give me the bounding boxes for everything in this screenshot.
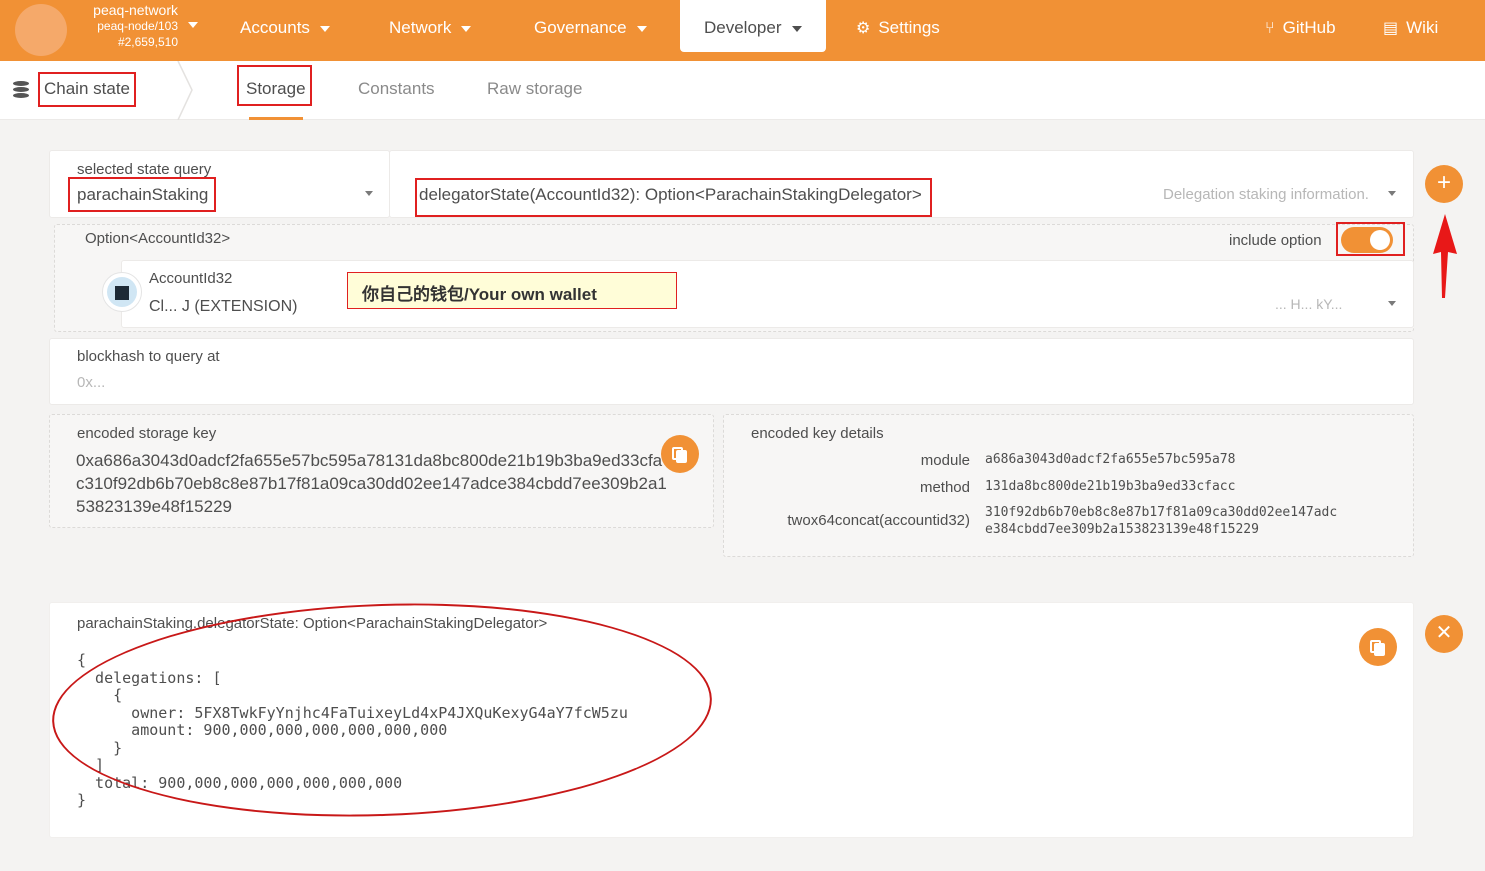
- annotation-note: 你自己的钱包/Your own wallet: [347, 272, 677, 309]
- chevron-down-icon: [1388, 191, 1396, 196]
- copy-result-button[interactable]: [1359, 628, 1397, 666]
- tab-raw-storage[interactable]: Raw storage: [487, 79, 582, 99]
- network-node: peaq-node/103: [97, 19, 178, 33]
- top-navbar: peaq-network peaq-node/103 #2,659,510 Ac…: [0, 0, 1485, 61]
- annotation-box: [68, 177, 216, 212]
- encoded-storage-key-box: encoded storage key 0xa686a3043d0adcf2fa…: [49, 414, 714, 528]
- nav-developer-label: Developer: [704, 18, 782, 37]
- encoded-storage-key-value: 0xa686a3043d0adcf2fa655e57bc595a78131da8…: [76, 449, 667, 518]
- blockhash-placeholder: 0x...: [77, 374, 106, 391]
- chevron-down-icon: [1388, 301, 1396, 306]
- encoded-key-details-label: encoded key details: [751, 425, 884, 442]
- module-select-label: selected state query: [77, 161, 212, 178]
- key-detail-value: 310f92db6b70eb8c8e87b17f81a09ca30dd02ee1…: [985, 505, 1338, 537]
- account-name: Cl... J (EXTENSION): [149, 298, 298, 315]
- nav-settings-label: Settings: [878, 18, 940, 37]
- sub-navbar: Chain state Storage Constants Raw storag…: [0, 61, 1485, 120]
- network-block: #2,659,510: [117, 35, 178, 49]
- nav-network-label: Network: [389, 18, 452, 37]
- nav-wiki-label: Wiki: [1406, 18, 1439, 37]
- book-icon: ▤: [1383, 20, 1399, 37]
- nav-accounts[interactable]: Accounts: [240, 0, 330, 61]
- add-query-button[interactable]: +: [1425, 165, 1463, 203]
- account-identicon: [102, 272, 142, 312]
- key-detail-value: a686a3043d0adcf2fa655e57bc595a78: [985, 452, 1236, 467]
- nav-github[interactable]: ⑂ GitHub: [1265, 0, 1336, 61]
- breadcrumb-separator: [177, 61, 193, 120]
- nav-network[interactable]: Network: [389, 0, 472, 61]
- annotation-box: [38, 72, 136, 107]
- annotation-box: [415, 178, 932, 217]
- chevron-down-icon: [791, 25, 802, 32]
- blockhash-input[interactable]: blockhash to query at 0x...: [49, 338, 1414, 405]
- key-detail-label: method: [919, 479, 970, 496]
- chevron-down-icon: [461, 25, 472, 32]
- annotation-box: [1336, 222, 1405, 256]
- encoded-key-line: c310f92db6b70eb8c8e87b17f81a09ca30dd02ee…: [76, 474, 667, 493]
- tab-constants[interactable]: Constants: [358, 79, 435, 99]
- include-option-label: include option: [1229, 232, 1322, 249]
- copy-key-button[interactable]: [661, 435, 699, 473]
- key-detail-label: twox64concat(accountid32): [787, 512, 970, 529]
- chevron-down-icon: [636, 25, 647, 32]
- chevron-down-icon: [319, 25, 330, 32]
- key-detail-label: module: [920, 452, 970, 469]
- nav-governance[interactable]: Governance: [534, 0, 647, 61]
- nav-developer[interactable]: Developer: [680, 0, 826, 52]
- network-logo[interactable]: [15, 4, 67, 56]
- blockhash-label: blockhash to query at: [77, 348, 220, 365]
- network-name: peaq-network: [93, 2, 178, 18]
- option-param-label: Option<AccountId32>: [85, 230, 231, 247]
- database-icon: [13, 81, 29, 99]
- gears-icon: ⚙: [856, 20, 871, 37]
- nav-governance-label: Governance: [534, 18, 627, 37]
- nav-wiki[interactable]: ▤ Wiki: [1383, 0, 1438, 61]
- encoded-key-line: 0xa686a3043d0adcf2fa655e57bc595a78131da8…: [76, 451, 663, 470]
- annotation-arrow-icon: [1433, 214, 1457, 298]
- chevron-down-icon: [365, 191, 373, 196]
- chevron-down-icon[interactable]: [188, 22, 198, 28]
- close-result-button[interactable]: ✕: [1425, 615, 1463, 653]
- code-branch-icon: ⑂: [1265, 20, 1275, 37]
- encoded-storage-key-label: encoded storage key: [77, 425, 217, 442]
- encoded-key-details-box: encoded key details module a686a3043d0ad…: [723, 414, 1414, 557]
- network-selector[interactable]: peaq-network peaq-node/103 #2,659,510: [82, 2, 178, 50]
- method-description: Delegation staking information.: [1163, 186, 1369, 203]
- nav-settings[interactable]: ⚙ Settings: [856, 0, 940, 61]
- nav-accounts-label: Accounts: [240, 18, 310, 37]
- key-detail-value: 131da8bc800de21b19b3ba9ed33cfacc: [985, 479, 1236, 494]
- account-address-short: ... H... kY...: [1275, 296, 1343, 312]
- active-tab-indicator: [249, 117, 303, 120]
- account-select[interactable]: AccountId32 Cl... J (EXTENSION) ... H...…: [121, 260, 1414, 328]
- encoded-key-line: 53823139e48f15229: [76, 497, 232, 516]
- annotation-box: [237, 65, 312, 106]
- account-label: AccountId32: [149, 270, 233, 287]
- nav-github-label: GitHub: [1282, 18, 1336, 37]
